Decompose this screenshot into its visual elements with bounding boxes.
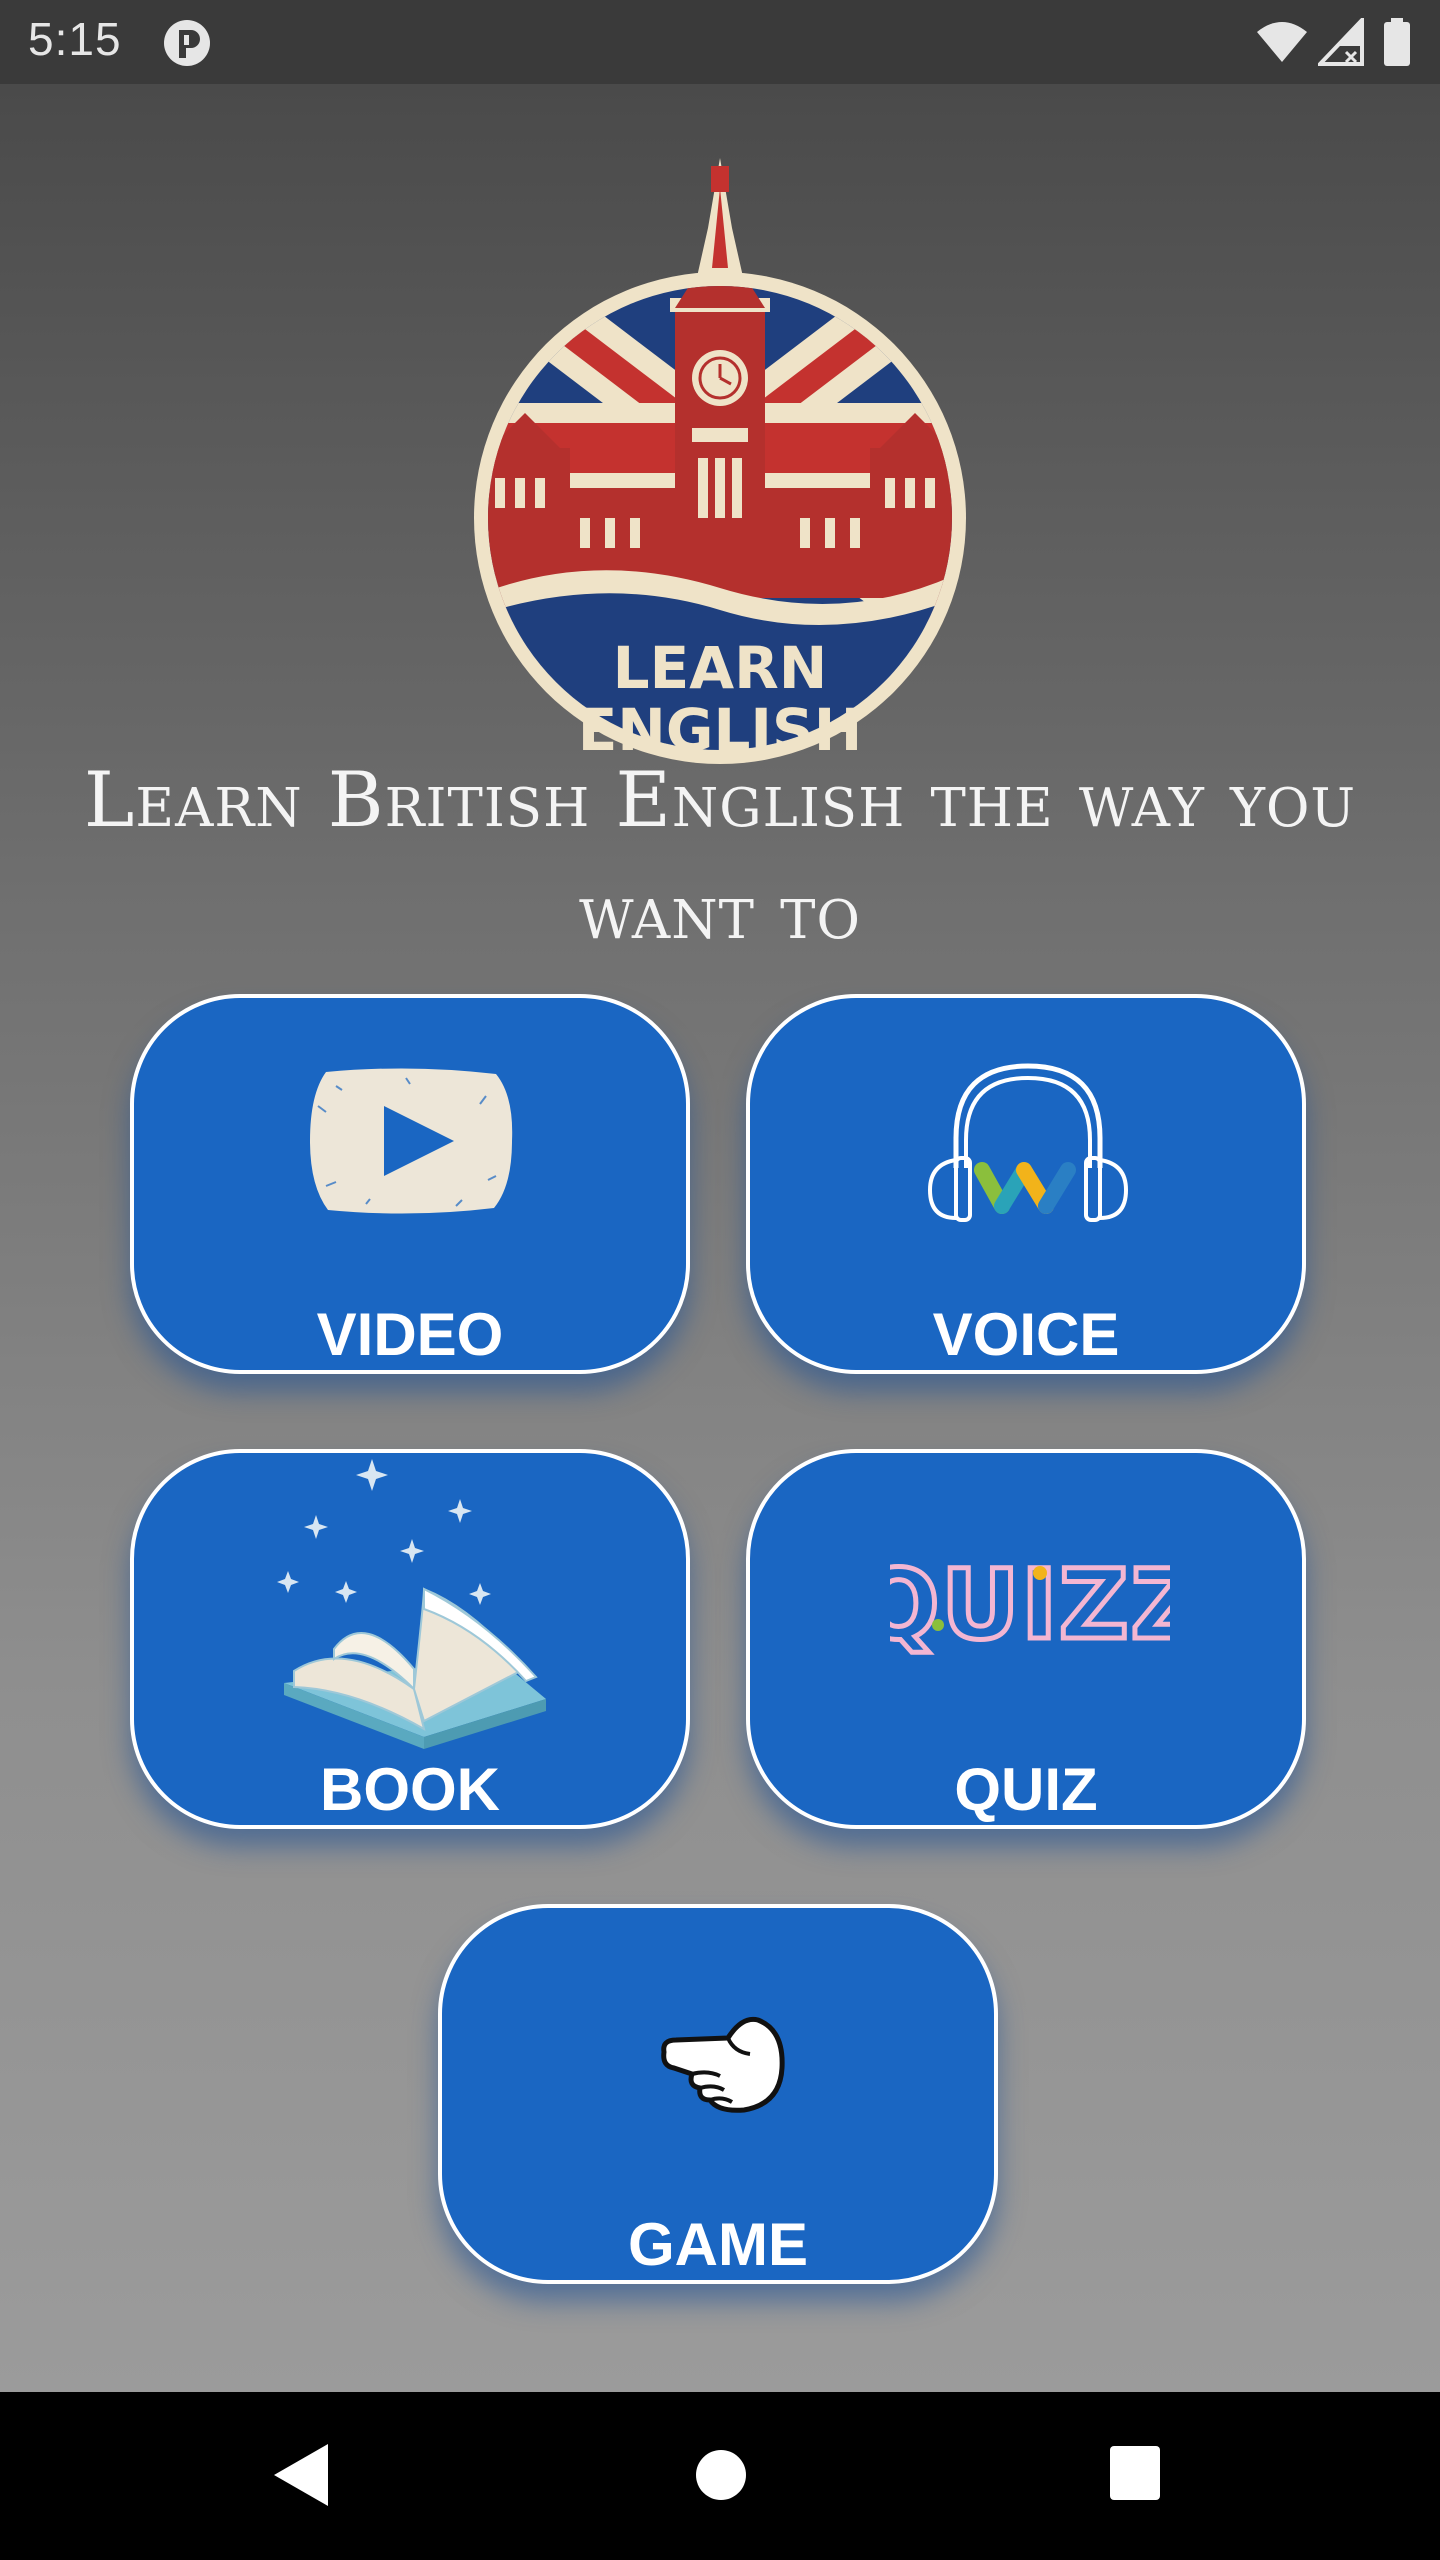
home-icon[interactable] bbox=[694, 2448, 748, 2502]
logo-text-learn: LEARN bbox=[613, 634, 828, 702]
voice-button[interactable]: VOICE bbox=[746, 994, 1306, 1374]
video-play-icon bbox=[310, 1068, 513, 1214]
cellular-signal-icon bbox=[1318, 18, 1364, 66]
book-button[interactable]: BOOK bbox=[130, 1449, 690, 1829]
voice-label: VOICE bbox=[932, 1301, 1120, 1368]
status-time: 5:15 bbox=[28, 13, 122, 65]
video-label: VIDEO bbox=[316, 1301, 504, 1368]
main-content: LEARN ENGLISH Learn British English the … bbox=[0, 84, 1440, 2392]
open-book-icon bbox=[277, 1459, 546, 1749]
video-button[interactable]: VIDEO bbox=[130, 994, 690, 1374]
game-button[interactable]: GAME bbox=[438, 1904, 998, 2284]
game-label: GAME bbox=[628, 2211, 808, 2278]
headphones-icon bbox=[927, 1063, 1129, 1222]
navigation-bar bbox=[0, 2392, 1440, 2560]
app-notification-icon bbox=[164, 20, 210, 66]
learn-english-logo: LEARN ENGLISH bbox=[474, 158, 966, 764]
quizz-text: QUIZZ bbox=[890, 1549, 1170, 1661]
quiz-button[interactable]: QUIZZ QUIZ bbox=[746, 1449, 1306, 1829]
quizz-text-icon: QUIZZ bbox=[890, 1547, 1170, 1664]
book-label: BOOK bbox=[320, 1756, 500, 1823]
quiz-label: QUIZ bbox=[954, 1756, 1098, 1823]
page-headline: Learn British English the way you want t… bbox=[83, 755, 1357, 956]
status-bar: 5:15 bbox=[0, 0, 1440, 84]
recents-icon[interactable] bbox=[1108, 2444, 1162, 2502]
back-icon[interactable] bbox=[270, 2440, 332, 2510]
wifi-icon bbox=[1257, 22, 1307, 62]
battery-icon bbox=[1384, 18, 1410, 66]
pointing-hand-icon bbox=[661, 2016, 785, 2113]
